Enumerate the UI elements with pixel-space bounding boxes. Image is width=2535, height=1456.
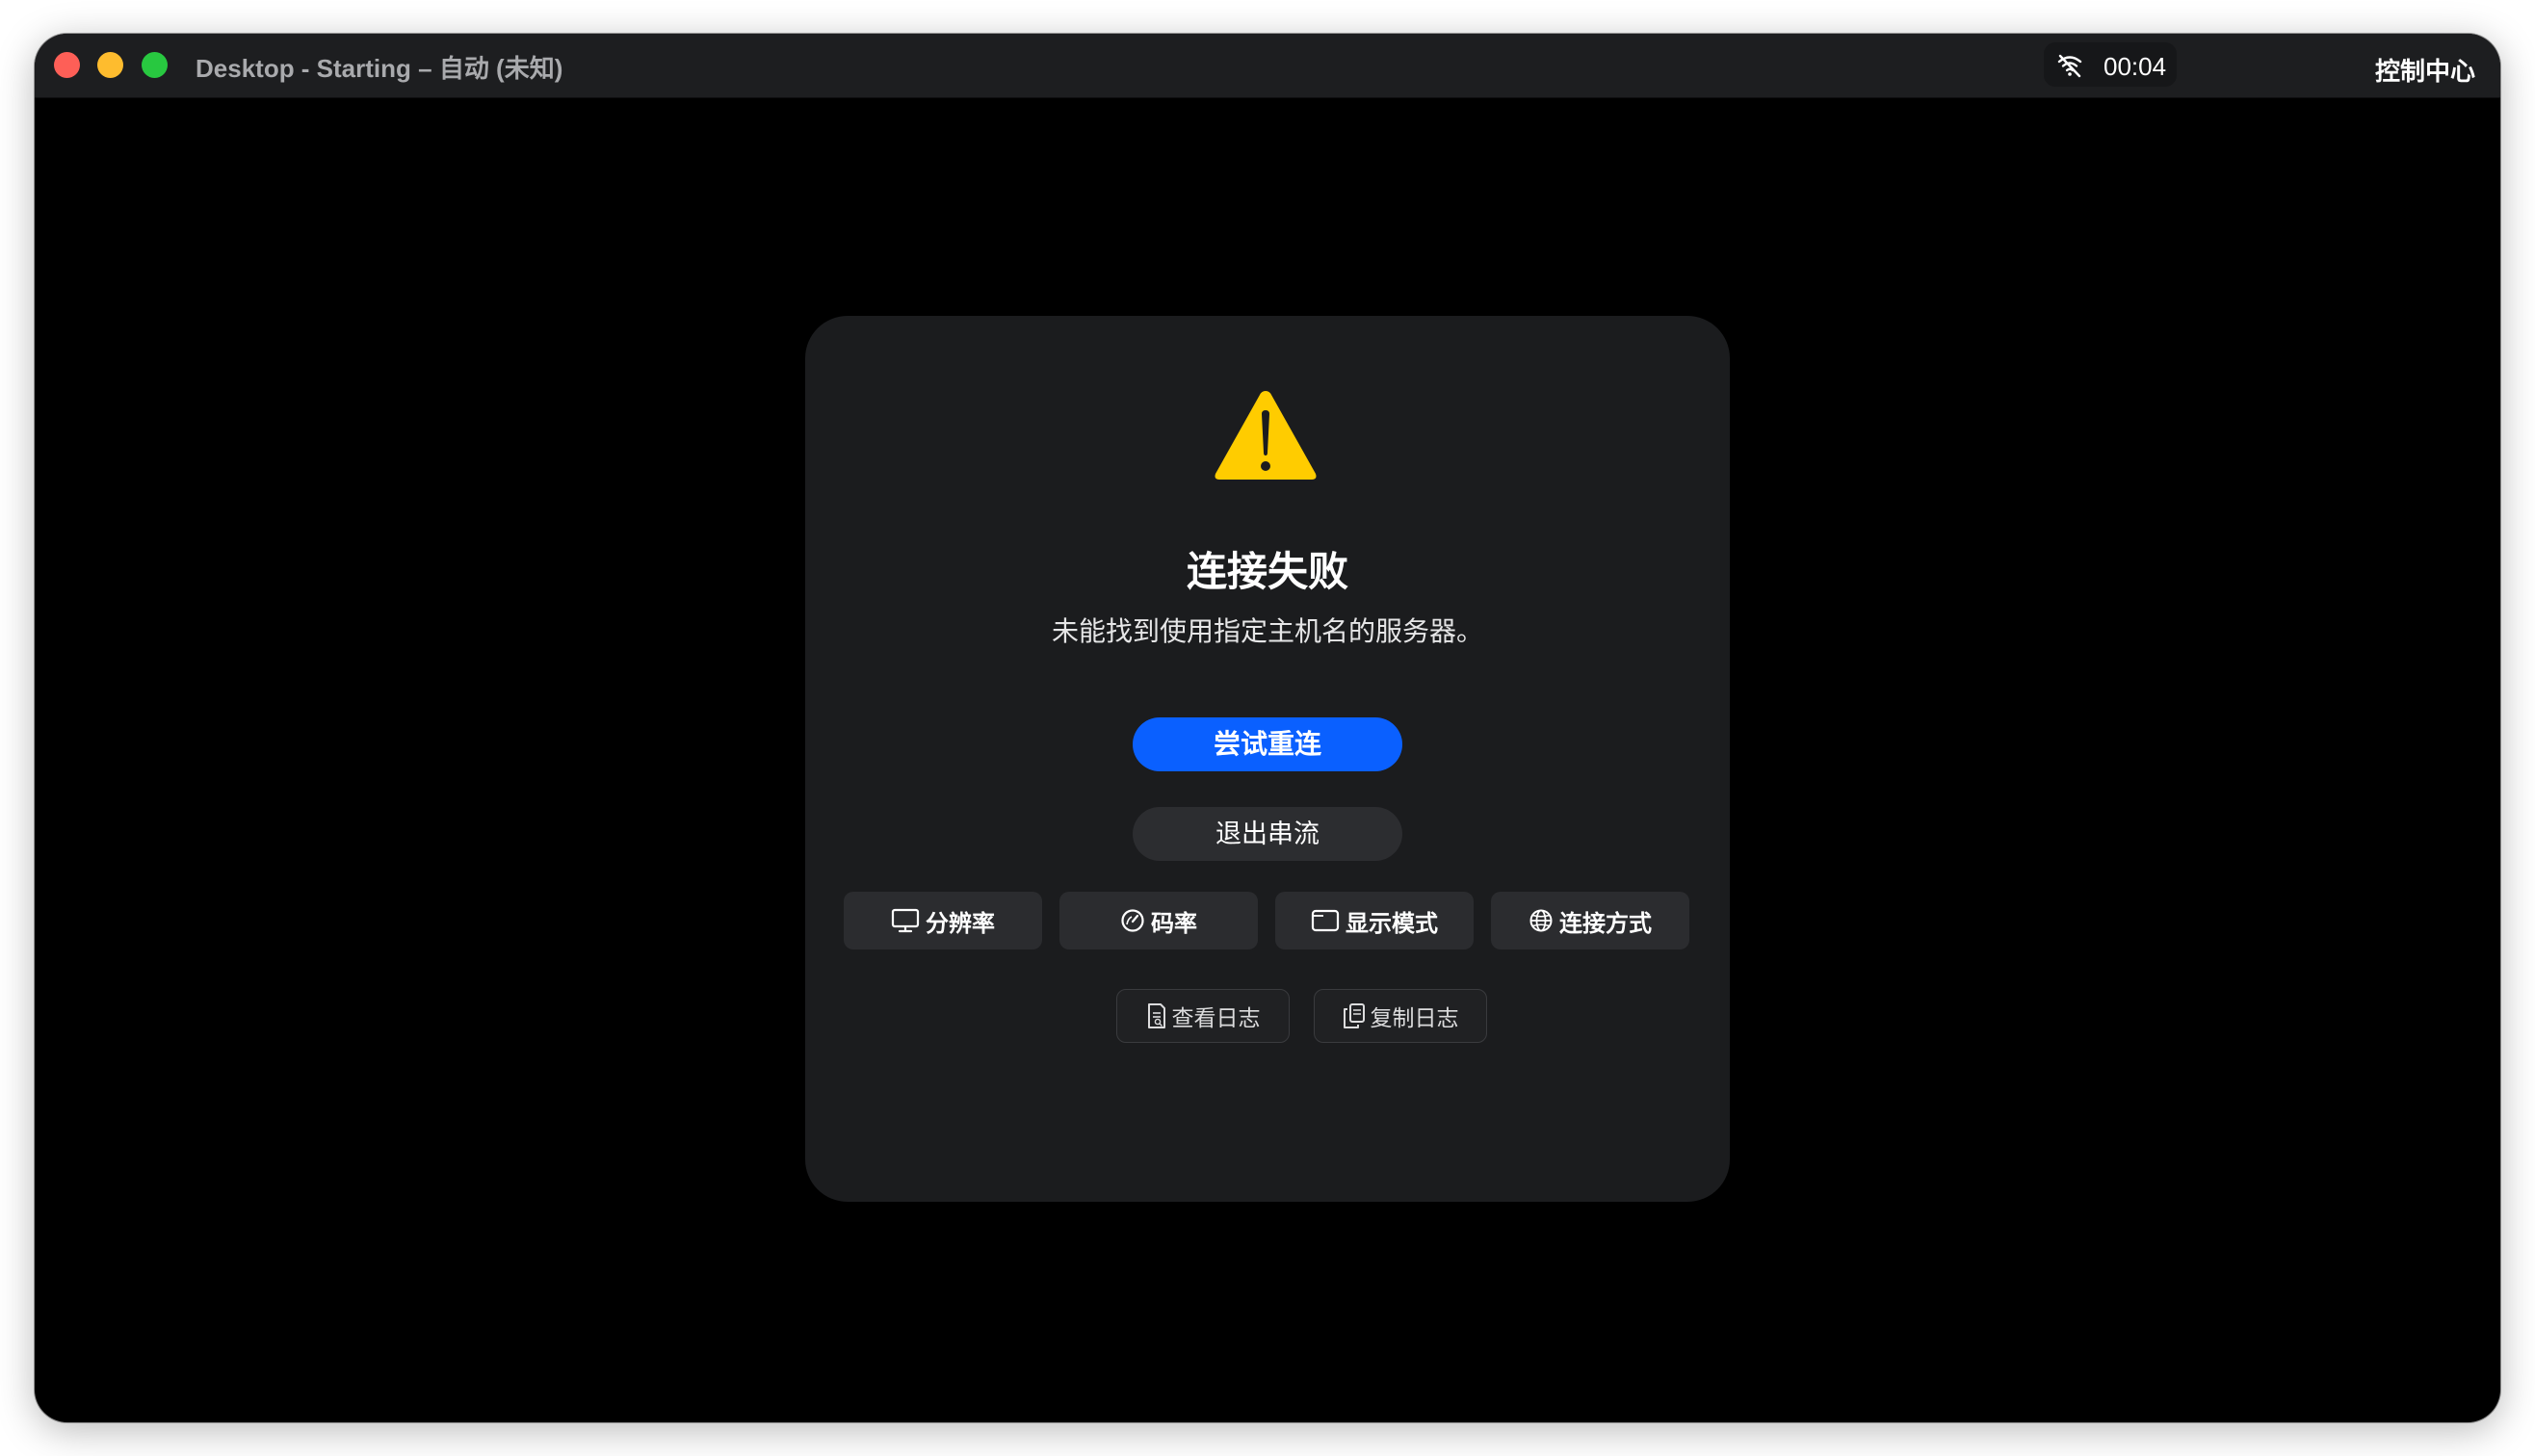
copy-icon [1343, 1003, 1365, 1028]
exit-stream-button[interactable]: 退出串流 [1133, 807, 1402, 861]
bitrate-label: 码率 [1151, 910, 1197, 937]
window-icon [1311, 909, 1340, 932]
display-mode-label: 显示模式 [1346, 910, 1438, 937]
resolution-button[interactable]: 分辨率 [844, 892, 1042, 949]
wifi-off-icon [2057, 54, 2082, 78]
error-message: 未能找到使用指定主机名的服务器。 [1051, 616, 1483, 646]
minimize-window-button[interactable] [97, 52, 123, 78]
copy-log-label: 复制日志 [1370, 1005, 1459, 1030]
display-mode-button[interactable]: 显示模式 [1275, 892, 1474, 949]
globe-icon [1529, 909, 1553, 932]
document-icon [1147, 1003, 1165, 1028]
close-window-button[interactable] [54, 52, 80, 78]
connection-timer: 00:04 [2104, 52, 2167, 81]
connection-method-button[interactable]: 连接方式 [1491, 892, 1689, 949]
copy-log-button[interactable]: 复制日志 [1314, 989, 1487, 1043]
connection-method-label: 连接方式 [1559, 910, 1652, 937]
connection-error-dialog: 连接失败 未能找到使用指定主机名的服务器。 尝试重连 退出串流 分辨率 码率 显… [805, 316, 1730, 1202]
zoom-window-button[interactable] [142, 52, 168, 78]
view-log-label: 查看日志 [1171, 1005, 1261, 1030]
retry-button[interactable]: 尝试重连 [1133, 717, 1402, 771]
gauge-icon [1121, 909, 1144, 932]
resolution-label: 分辨率 [926, 910, 995, 937]
error-title: 连接失败 [1186, 549, 1348, 594]
view-log-button[interactable]: 查看日志 [1116, 989, 1290, 1043]
control-center-button[interactable]: 控制中心 [2375, 52, 2475, 88]
bitrate-button[interactable]: 码率 [1059, 892, 1258, 949]
title-bar[interactable]: Desktop - Starting – 自动 (未知) 00:04 控制中心 [35, 34, 2500, 98]
monitor-icon [891, 908, 920, 933]
app-window: Desktop - Starting – 自动 (未知) 00:04 控制中心 … [35, 34, 2500, 1422]
window-title: Desktop - Starting – 自动 (未知) [196, 54, 563, 83]
warning-icon [1215, 391, 1317, 480]
